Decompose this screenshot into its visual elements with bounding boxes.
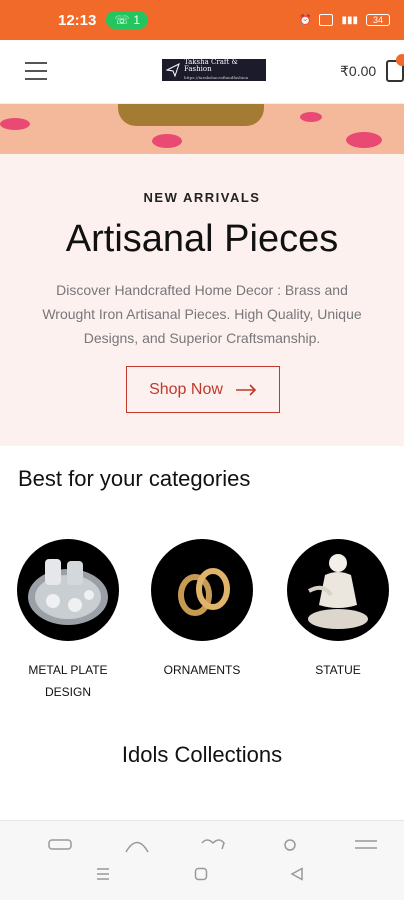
categories-heading: Best for your categories [18,466,251,491]
hero-description: Discover Handcrafted Home Decor : Brass … [42,282,362,346]
cart-total[interactable]: ₹0.00 [340,63,376,80]
phone-icon: ☏ [114,13,130,27]
hero-image [0,104,404,154]
back-button-icon[interactable] [290,867,304,881]
logo-subtitle: https://tarakshacraftandfashion [184,75,249,80]
petal-decoration [152,134,182,148]
brand-logo[interactable]: Taksha Craft & Fashion https://tarakshac… [162,59,266,81]
petal-decoration [300,112,322,122]
statue-image[interactable] [287,539,389,641]
category-label[interactable]: ORNAMENTS [151,659,253,681]
status-time: 12:13 [58,11,97,29]
status-icons: ⏰ ▮▮▮ 34 [299,14,390,26]
cart-badge [396,54,404,66]
arrow-right-icon [235,383,257,396]
hero-section: NEW ARRIVALS Artisanal Pieces Discover H… [0,154,404,446]
shop-now-button[interactable]: Shop Now [126,366,280,413]
petal-decoration [346,132,382,148]
volte-icon [319,14,334,26]
call-count: 1 [133,13,141,27]
category-metal-plate[interactable]: METAL PLATE DESIGN [17,539,119,703]
petal-decoration [0,118,30,130]
account-tab-icon[interactable] [277,837,303,853]
logo-title: Taksha Craft & Fashion [184,58,238,73]
category-label[interactable]: METAL PLATE DESIGN [17,659,119,703]
status-bar: 12:13 ☏ 1 ⏰ ▮▮▮ 34 [0,0,404,40]
shop-now-label: Shop Now [149,380,223,398]
idols-collections-heading: Idols Collections [121,742,283,767]
categories-tab-icon[interactable] [124,837,150,853]
brass-base-image [118,104,264,126]
category-label[interactable]: STATUE [287,659,389,681]
recent-apps-icon[interactable] [96,867,110,881]
call-pill[interactable]: ☏ 1 [106,11,149,29]
paper-plane-icon [166,63,180,77]
alarm-icon: ⏰ [299,14,312,26]
app-header: Taksha Craft & Fashion https://tarakshac… [0,40,404,104]
signal-icon: ▮▮▮ [341,14,358,26]
hamburger-menu-icon[interactable] [25,62,47,80]
metal-plate-image[interactable] [17,539,119,641]
wishlist-tab-icon[interactable] [200,837,226,853]
ornaments-image[interactable] [151,539,253,641]
home-button-icon[interactable] [194,867,208,881]
hero-title: Artisanal Pieces [65,218,339,260]
category-statue[interactable]: STATUE [287,539,389,681]
menu-tab-icon[interactable] [353,837,379,853]
battery-icon: 34 [366,14,390,26]
home-tab-icon[interactable] [47,837,73,853]
hero-kicker: NEW ARRIVALS [143,190,261,205]
bottom-navigation [0,820,404,900]
category-ornaments[interactable]: ORNAMENTS [151,539,253,681]
